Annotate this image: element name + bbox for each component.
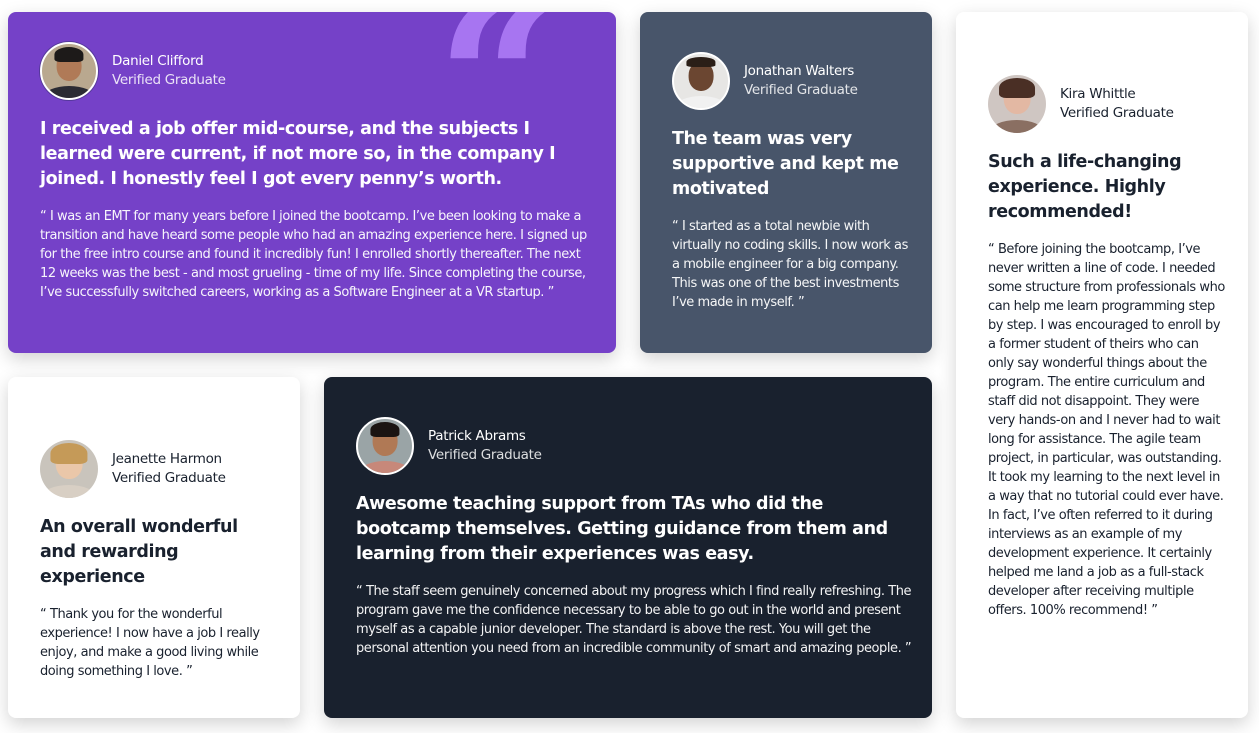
- testimonial-author: Jonathan Walters Verified Graduate: [672, 52, 902, 110]
- testimonial-headline: An overall wonderful and rewarding exper…: [40, 517, 238, 587]
- testimonial-quote: “ I was an EMT for many years before I j…: [40, 209, 587, 300]
- author-role: Verified Graduate: [112, 72, 226, 88]
- testimonial-card-daniel: “ Daniel Clifford Verified Graduate I re…: [8, 12, 616, 353]
- testimonial-headline: I received a job offer mid-course, and t…: [40, 119, 556, 189]
- testimonial-headline: Awesome teaching support from TAs who di…: [356, 494, 888, 564]
- avatar: [40, 440, 98, 498]
- testimonial-quote: “ Before joining the bootcamp, I’ve neve…: [988, 242, 1225, 618]
- testimonial-quote: “ Thank you for the wonderful experience…: [40, 607, 260, 679]
- author-name: Jonathan Walters: [744, 63, 854, 79]
- avatar: [672, 52, 730, 110]
- testimonial-card-kira: Kira Whittle Verified Graduate Such a li…: [956, 12, 1248, 718]
- author-name: Daniel Clifford: [112, 53, 204, 69]
- testimonial-quote: “ The staff seem genuinely concerned abo…: [356, 584, 912, 656]
- testimonial-author: Jeanette Harmon Verified Graduate: [40, 440, 270, 498]
- testimonial-card-jonathan: Jonathan Walters Verified Graduate The t…: [640, 12, 932, 353]
- avatar: [988, 75, 1046, 133]
- avatar: [356, 417, 414, 475]
- testimonial-headline: The team was very supportive and kept me…: [672, 129, 899, 199]
- author-role: Verified Graduate: [1060, 105, 1174, 121]
- author-role: Verified Graduate: [744, 82, 858, 98]
- testimonials-grid: “ Daniel Clifford Verified Graduate I re…: [0, 0, 1259, 733]
- testimonial-card-jeanette: Jeanette Harmon Verified Graduate An ove…: [8, 377, 300, 718]
- testimonial-author: Daniel Clifford Verified Graduate: [40, 42, 586, 100]
- testimonial-author: Kira Whittle Verified Graduate: [988, 75, 1218, 133]
- testimonial-card-patrick: Patrick Abrams Verified Graduate Awesome…: [324, 377, 932, 718]
- avatar: [40, 42, 98, 100]
- author-role: Verified Graduate: [112, 470, 226, 486]
- author-name: Jeanette Harmon: [112, 451, 222, 467]
- author-name: Kira Whittle: [1060, 86, 1136, 102]
- testimonial-headline: Such a life-changing experience. Highly …: [988, 152, 1182, 222]
- author-role: Verified Graduate: [428, 447, 542, 463]
- testimonial-quote: “ I started as a total newbie with virtu…: [672, 219, 908, 310]
- author-name: Patrick Abrams: [428, 428, 526, 444]
- testimonial-author: Patrick Abrams Verified Graduate: [356, 417, 902, 475]
